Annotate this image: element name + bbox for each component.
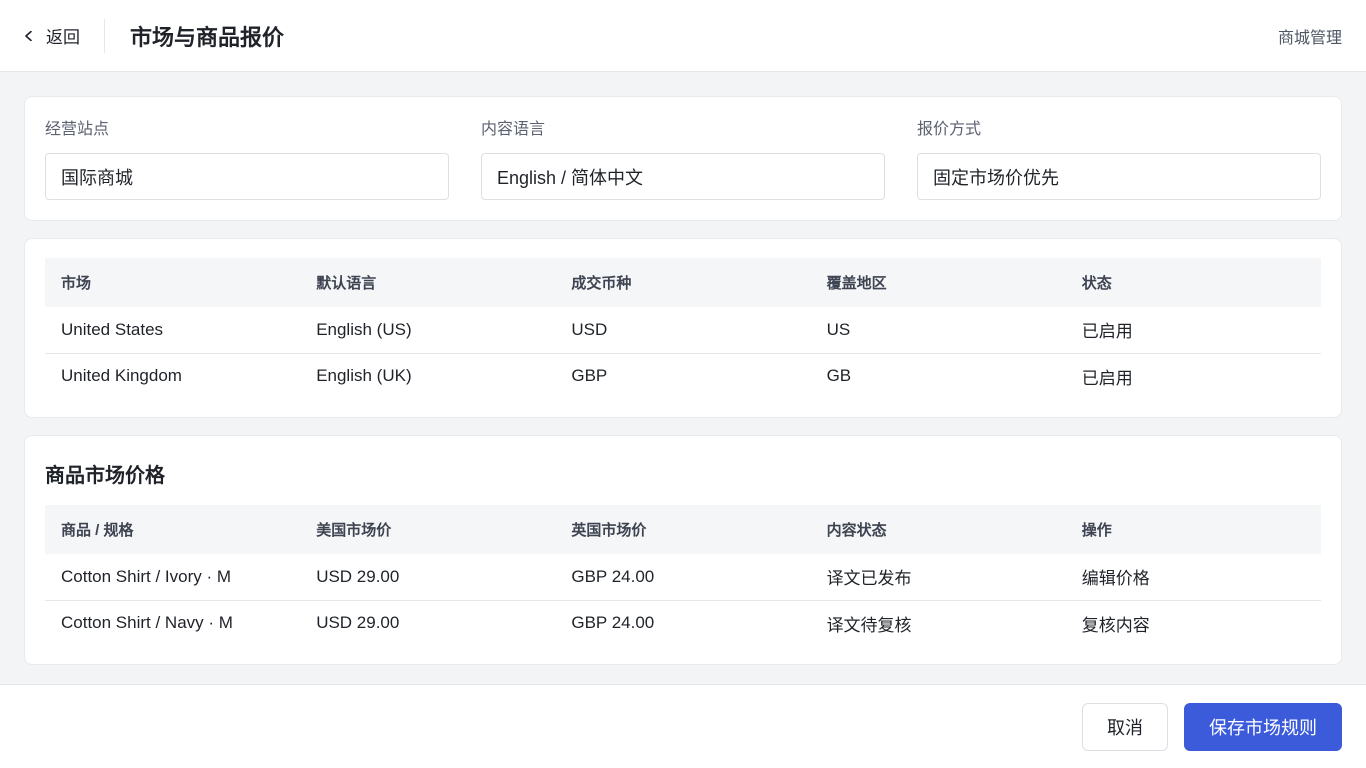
content-status: 译文已发布	[826, 569, 912, 589]
market-name: United Kingdom	[45, 352, 301, 399]
edit-price-link[interactable]: 编辑价格	[1066, 554, 1321, 600]
column-header-market: 市场	[45, 258, 301, 307]
content-status: 译文待复核	[810, 599, 1066, 646]
table-row: Cotton Shirt / Ivory · M USD 29.00 GBP 2…	[45, 554, 1321, 600]
markets-card: 市场 默认语言 成交币种 覆盖地区 状态 United States Engli…	[24, 238, 1342, 418]
language-select[interactable]: English / 简体中文	[481, 153, 885, 200]
column-header-currency: 成交币种	[555, 258, 811, 307]
product-name: Cotton Shirt / Navy · M	[45, 599, 301, 646]
column-header-content-status: 内容状态	[810, 505, 1066, 554]
mall-management-link[interactable]: 商城管理	[1278, 24, 1342, 48]
column-header-us-price: 美国市场价	[300, 505, 556, 554]
column-header-product: 商品 / 规格	[45, 505, 301, 554]
review-content-link[interactable]: 复核内容	[1065, 599, 1321, 646]
market-language: English (US)	[316, 319, 412, 339]
table-row: United Kingdom English (UK) GBP GB 已启用	[45, 352, 1321, 399]
cancel-button[interactable]: 取消	[1082, 703, 1168, 751]
market-status: 已启用	[1065, 352, 1321, 399]
back-label: 返回	[46, 28, 80, 47]
section-title: 商品市场价格	[45, 465, 165, 487]
column-header-uk-price: 英国市场价	[555, 505, 811, 554]
market-region: US	[826, 319, 851, 339]
table-header-row: 市场 默认语言 成交币种 覆盖地区 状态	[45, 258, 1321, 307]
filter-card: 经营站点 国际商城 内容语言 English / 简体中文 报价方式 固定市场价…	[24, 96, 1342, 221]
footer-bar: 取消 保存市场规则	[0, 684, 1366, 768]
market-currency: GBP	[555, 352, 811, 399]
market-region: GB	[810, 352, 1066, 399]
pricing-method-field: 报价方式 固定市场价优先	[917, 119, 1321, 200]
pricing-method-select[interactable]: 固定市场价优先	[917, 153, 1321, 200]
market-language: English (UK)	[300, 352, 556, 399]
market-name: United States	[61, 319, 164, 339]
column-header-actions: 操作	[1065, 505, 1321, 554]
site-select[interactable]: 国际商城	[45, 153, 449, 200]
column-header-region: 覆盖地区	[810, 258, 1066, 307]
column-header-default-language: 默认语言	[300, 258, 556, 307]
product-prices-table: 商品 / 规格 美国市场价 英国市场价 内容状态 操作 Cotton Shirt…	[45, 505, 1321, 646]
us-price: USD 29.00	[316, 566, 400, 586]
market-status: 已启用	[1081, 322, 1133, 342]
site-field: 经营站点 国际商城	[45, 119, 449, 200]
table-header-row: 商品 / 规格 美国市场价 英国市场价 内容状态 操作	[45, 505, 1321, 554]
save-market-rules-button[interactable]: 保存市场规则	[1184, 703, 1342, 751]
language-field: 内容语言 English / 简体中文	[481, 119, 885, 200]
site-label: 经营站点	[45, 121, 110, 138]
table-row: United States English (US) USD US 已启用	[45, 307, 1321, 353]
markets-table: 市场 默认语言 成交币种 覆盖地区 状态 United States Engli…	[45, 258, 1321, 399]
table-row: Cotton Shirt / Navy · M USD 29.00 GBP 24…	[45, 599, 1321, 646]
uk-price: GBP 24.00	[571, 566, 655, 586]
top-bar: 返回 市场与商品报价 商城管理	[0, 0, 1366, 72]
column-header-status: 状态	[1065, 258, 1321, 307]
language-label: 内容语言	[481, 121, 546, 138]
product-name: Cotton Shirt / Ivory · M	[61, 566, 232, 586]
product-prices-card: 商品市场价格 商品 / 规格 美国市场价 英国市场价 内容状态 操作 Cotto…	[24, 435, 1342, 665]
pricing-method-label: 报价方式	[917, 121, 982, 138]
market-currency: USD	[571, 319, 608, 339]
page-title: 市场与商品报价	[130, 24, 285, 50]
back-button[interactable]: 返回	[24, 18, 105, 53]
us-price: USD 29.00	[300, 599, 556, 646]
chevron-left-icon	[25, 30, 32, 41]
uk-price: GBP 24.00	[555, 599, 811, 646]
